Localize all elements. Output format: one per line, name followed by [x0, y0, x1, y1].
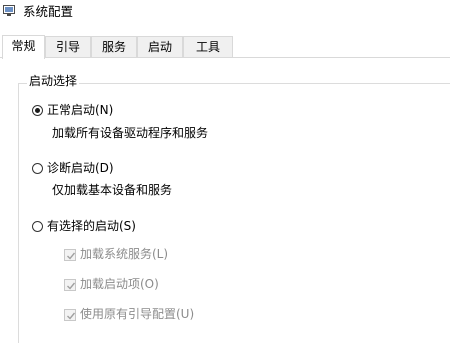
check-icon: [67, 252, 76, 260]
diagnostic-startup-label[interactable]: 诊断启动(D): [47, 161, 114, 176]
tab-strip: 常规 引导 服务 启动 工具: [0, 35, 450, 59]
group-title: 启动选择: [27, 74, 80, 89]
tab-boot[interactable]: 引导: [45, 36, 91, 57]
check-icon: [67, 282, 76, 290]
tab-label: 常规: [11, 39, 36, 53]
radio-selected-dot: [35, 108, 40, 113]
check-icon: [67, 312, 76, 320]
tab-startup[interactable]: 启动: [137, 36, 183, 57]
normal-startup-description: 加载所有设备驱动程序和服务: [52, 126, 209, 140]
system-config-icon: [3, 5, 15, 16]
diagnostic-startup-description: 仅加载基本设备和服务: [52, 183, 173, 197]
tab-general[interactable]: 常规: [2, 35, 45, 59]
tab-label: 启动: [147, 40, 172, 54]
startup-selection-group: [18, 83, 450, 343]
tab-label: 工具: [195, 40, 220, 54]
use-original-boot-config-checkbox[interactable]: [64, 309, 76, 321]
normal-startup-label[interactable]: 正常启动(N): [47, 103, 113, 118]
tab-services[interactable]: 服务: [91, 36, 137, 57]
normal-startup-radio[interactable]: [32, 105, 43, 116]
load-system-services-label: 加载系统服务(L): [80, 247, 169, 261]
tab-label: 服务: [101, 40, 126, 54]
title-bar: 系统配置: [0, 0, 450, 28]
window-title: 系统配置: [23, 4, 74, 19]
load-system-services-checkbox[interactable]: [64, 249, 76, 261]
tab-tools[interactable]: 工具: [183, 36, 233, 57]
tab-label: 引导: [55, 40, 80, 54]
load-startup-items-checkbox[interactable]: [64, 279, 76, 291]
load-startup-items-label: 加载启动项(O): [80, 277, 159, 291]
diagnostic-startup-radio[interactable]: [32, 163, 43, 174]
use-original-boot-config-label: 使用原有引导配置(U): [80, 307, 195, 321]
selective-startup-label[interactable]: 有选择的启动(S): [47, 219, 136, 234]
selective-startup-radio[interactable]: [32, 221, 43, 232]
